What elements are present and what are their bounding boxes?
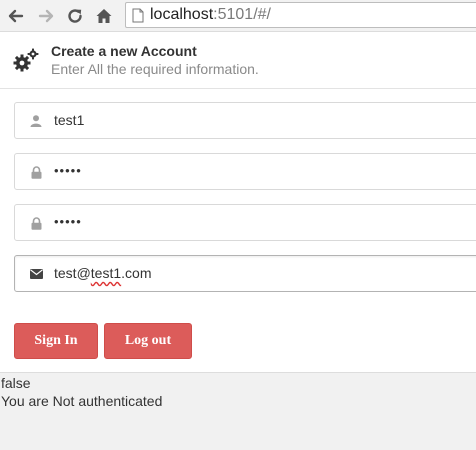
lock-icon [29,216,43,230]
url-host: localhost [150,6,214,23]
confirm-password-value: ••••• [54,214,82,229]
home-button[interactable] [92,4,116,28]
sign-in-button[interactable]: Sign In [14,323,98,359]
envelope-icon [29,267,43,281]
spellcheck-word: test1 [90,265,122,281]
log-out-button[interactable]: Log out [104,323,192,359]
user-icon [29,114,43,128]
password-value: ••••• [54,163,82,178]
authentication-message: You are Not authenticated [1,393,163,409]
reload-button[interactable] [63,4,87,28]
back-icon [8,9,24,23]
username-field[interactable]: test1 [14,102,476,139]
authenticated-flag: false [1,375,31,391]
gears-icon [13,48,39,72]
home-icon [96,9,112,23]
email-field[interactable]: test@test1.com [14,255,476,292]
status-area: false You are Not authenticated [0,372,476,450]
page-title: Create a new Account [51,43,197,59]
page-icon [132,8,144,22]
reload-icon [68,9,82,23]
page-subtitle: Enter All the required information. [51,61,259,77]
forward-button[interactable] [34,4,58,28]
email-value: test@test1.com [54,265,152,281]
password-field[interactable]: ••••• [14,153,476,190]
back-button[interactable] [4,4,28,28]
lock-icon [29,165,43,179]
address-bar[interactable]: localhost:5101/#/ [125,2,476,28]
browser-toolbar: localhost:5101/#/ [0,0,476,32]
forward-icon [38,9,54,23]
form-header: Create a new Account Enter All the requi… [0,33,476,89]
username-value: test1 [54,112,85,128]
confirm-password-field[interactable]: ••••• [14,204,476,241]
url-path: :5101/#/ [213,6,271,23]
